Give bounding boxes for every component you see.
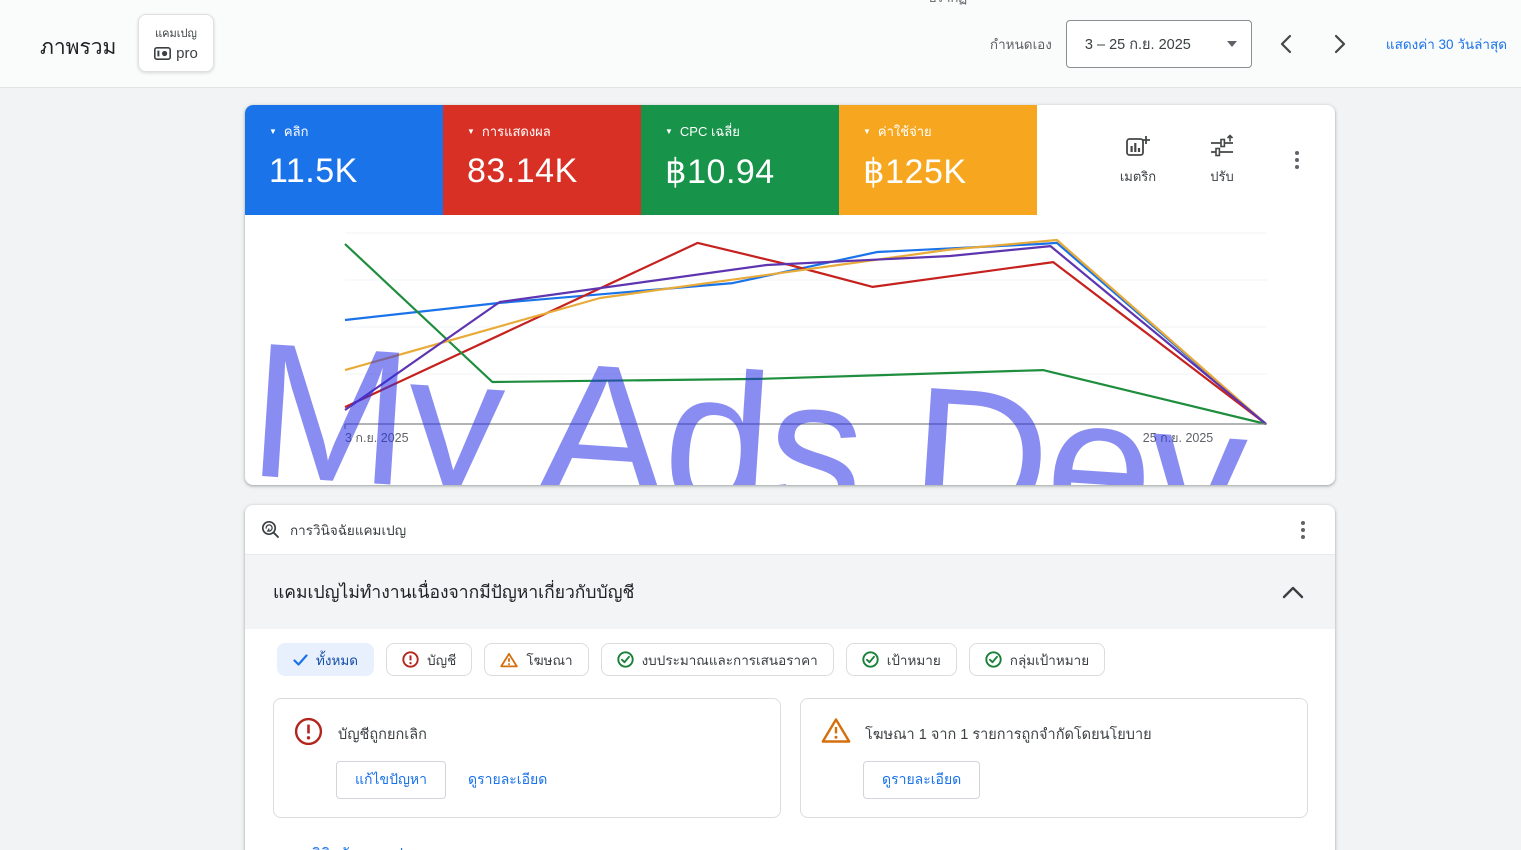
campaign-chip-pro-label: pro: [176, 45, 198, 62]
show-last-30-days-link[interactable]: แสดงค่า 30 วันล่าสุด: [1386, 33, 1507, 55]
chart-line-Conversions: [345, 246, 1266, 424]
chip-label: เป้าหมาย: [887, 649, 941, 671]
adjust-button[interactable]: ปรับ: [1185, 134, 1259, 187]
chip-label: โฆษณา: [526, 649, 572, 671]
view-campaign-diagnostics-link[interactable]: ดูการวินิจฉัยแคมเปญ: [277, 846, 416, 850]
campaign-id-icon: [154, 47, 171, 60]
view-details-button[interactable]: ดูรายละเอียด: [863, 761, 980, 799]
more-vert-icon: [1301, 521, 1305, 525]
chart-x-axis: 3 ก.ย. 2025 25 ก.ย. 2025: [345, 424, 1267, 445]
metric-label: คลิก: [284, 121, 309, 142]
caret-down-icon: [1227, 41, 1237, 47]
overview-chart: 3 ก.ย. 2025 25 ก.ย. 2025: [245, 215, 1335, 485]
check-circle-icon: [617, 651, 634, 668]
error-circle-icon: [294, 717, 323, 746]
check-circle-icon: [862, 651, 879, 668]
overview-chart-area: 3 ก.ย. 2025 25 ก.ย. 2025 My Ads Dev: [245, 215, 1335, 485]
chip-account[interactable]: บัญชี: [386, 643, 472, 676]
diagnostics-summary-title: แคมเปญไม่ทำงานเนื่องจากมีปัญหาเกี่ยวกับบ…: [273, 578, 1271, 606]
warning-triangle-icon: [500, 652, 518, 668]
previous-period-button[interactable]: [1266, 22, 1306, 66]
alert-title: บัญชีถูกยกเลิก: [338, 723, 427, 746]
metric-card-cost[interactable]: ▼ ค่าใช้จ่าย ฿125K: [839, 105, 1037, 215]
alert-title: โฆษณา 1 จาก 1 รายการถูกจำกัดโดยนโยบาย: [865, 723, 1152, 746]
metric-label: การแสดงผล: [482, 121, 551, 142]
chip-budget-bidding[interactable]: งบประมาณและการเสนอราคา: [601, 643, 834, 676]
clipped-top-label: ปรากฏ: [928, 0, 967, 8]
chip-goals[interactable]: เป้าหมาย: [846, 643, 957, 676]
chip-label: งบประมาณและการเสนอราคา: [642, 649, 818, 671]
diagnostics-more-options-button[interactable]: [1283, 510, 1323, 550]
metric-value: ฿10.94: [665, 152, 839, 192]
metrics-button[interactable]: เมตริก: [1101, 134, 1175, 187]
metric-card-impressions[interactable]: ▼ การแสดงผล 83.14K: [443, 105, 641, 215]
chevron-up-icon: [1282, 585, 1304, 599]
top-bar: ปรากฏ ภาพรวม แคมเปญ pro กำหนดเอง 3 – 25 …: [0, 0, 1521, 88]
metric-cards-row: ▼ คลิก 11.5K ▼ การแสดงผล 83.14K ▼ CPC เฉลี่…: [245, 105, 1335, 215]
chevron-right-icon: [1334, 34, 1346, 54]
metric-value: ฿125K: [863, 152, 1037, 192]
collapse-button[interactable]: [1271, 570, 1315, 614]
chevron-left-icon: [1280, 34, 1292, 54]
alert-ads-policy-limited: โฆษณา 1 จาก 1 รายการถูกจำกัดโดยนโยบาย ดู…: [800, 698, 1308, 818]
x-tick-start: 3 ก.ย. 2025: [345, 431, 409, 445]
error-circle-icon: [402, 651, 419, 668]
metrics-button-label: เมตริก: [1120, 166, 1156, 187]
campaign-pro-chip[interactable]: แคมเปญ pro: [138, 14, 214, 72]
diagnostics-search-icon: [261, 520, 280, 539]
campaign-diagnostics-card: การวินิจฉัยแคมเปญ แคมเปญไม่ทำงานเนื่องจา…: [245, 505, 1335, 850]
more-vert-icon: [1295, 151, 1299, 155]
fix-issue-button[interactable]: แก้ไขปัญหา: [336, 761, 446, 799]
metric-label: CPC เฉลี่ย: [680, 121, 740, 142]
date-range-select[interactable]: 3 – 25 ก.ย. 2025: [1066, 20, 1252, 68]
metric-card-avg-cpc[interactable]: ▼ CPC เฉลี่ย ฿10.94: [641, 105, 839, 215]
view-details-link[interactable]: ดูรายละเอียด: [468, 769, 547, 791]
diagnostics-header: การวินิจฉัยแคมเปญ: [245, 505, 1335, 555]
chart-line-CPC เฉลี่ย: [345, 244, 1266, 424]
chip-audience[interactable]: กลุ่มเป้าหมาย: [969, 643, 1105, 676]
overview-chart-card: ▼ คลิก 11.5K ▼ การแสดงผล 83.14K ▼ CPC เฉลี่…: [245, 105, 1335, 485]
check-circle-icon: [985, 651, 1002, 668]
next-period-button[interactable]: [1320, 22, 1360, 66]
warning-triangle-icon: [821, 717, 851, 744]
page-title: ภาพรวม: [40, 31, 116, 64]
metric-dropdown-icon: ▼: [863, 128, 871, 136]
metric-card-clicks[interactable]: ▼ คลิก 11.5K: [245, 105, 443, 215]
metric-value: 11.5K: [269, 152, 443, 191]
x-tick-end: 25 ก.ย. 2025: [1143, 431, 1214, 445]
alert-account-cancelled: บัญชีถูกยกเลิก แก้ไขปัญหา ดูรายละเอียด: [273, 698, 781, 818]
diagnostics-title: การวินิจฉัยแคมเปญ: [290, 519, 1275, 541]
campaign-chip-label: แคมเปญ: [155, 24, 197, 42]
chart-more-options-button[interactable]: [1277, 140, 1317, 180]
date-range-value: 3 – 25 ก.ย. 2025: [1085, 33, 1219, 56]
chart-series: [345, 240, 1266, 424]
date-mode-label: กำหนดเอง: [990, 33, 1052, 55]
chip-ads[interactable]: โฆษณา: [484, 643, 588, 676]
diagnostics-alerts: บัญชีถูกยกเลิก แก้ไขปัญหา ดูรายละเอียด โ…: [273, 698, 1335, 818]
adjust-sliders-icon: [1209, 134, 1235, 160]
chip-label: กลุ่มเป้าหมาย: [1010, 649, 1089, 671]
metric-value: 83.14K: [467, 152, 641, 191]
chip-label: ทั้งหมด: [316, 649, 358, 671]
chip-label: บัญชี: [427, 649, 456, 671]
metrics-chart-plus-icon: [1125, 134, 1151, 160]
adjust-button-label: ปรับ: [1210, 166, 1234, 187]
check-icon: [293, 654, 308, 666]
metric-dropdown-icon: ▼: [665, 128, 673, 136]
metric-dropdown-icon: ▼: [467, 128, 475, 136]
metric-dropdown-icon: ▼: [269, 128, 277, 136]
diagnostics-summary-row[interactable]: แคมเปญไม่ทำงานเนื่องจากมีปัญหาเกี่ยวกับบ…: [245, 555, 1335, 629]
diagnostics-filter-chips: ทั้งหมด บัญชี โฆษณา งบประมาณและการเสนอรา…: [277, 643, 1335, 676]
metric-label: ค่าใช้จ่าย: [878, 121, 932, 142]
chip-all[interactable]: ทั้งหมด: [277, 643, 374, 676]
